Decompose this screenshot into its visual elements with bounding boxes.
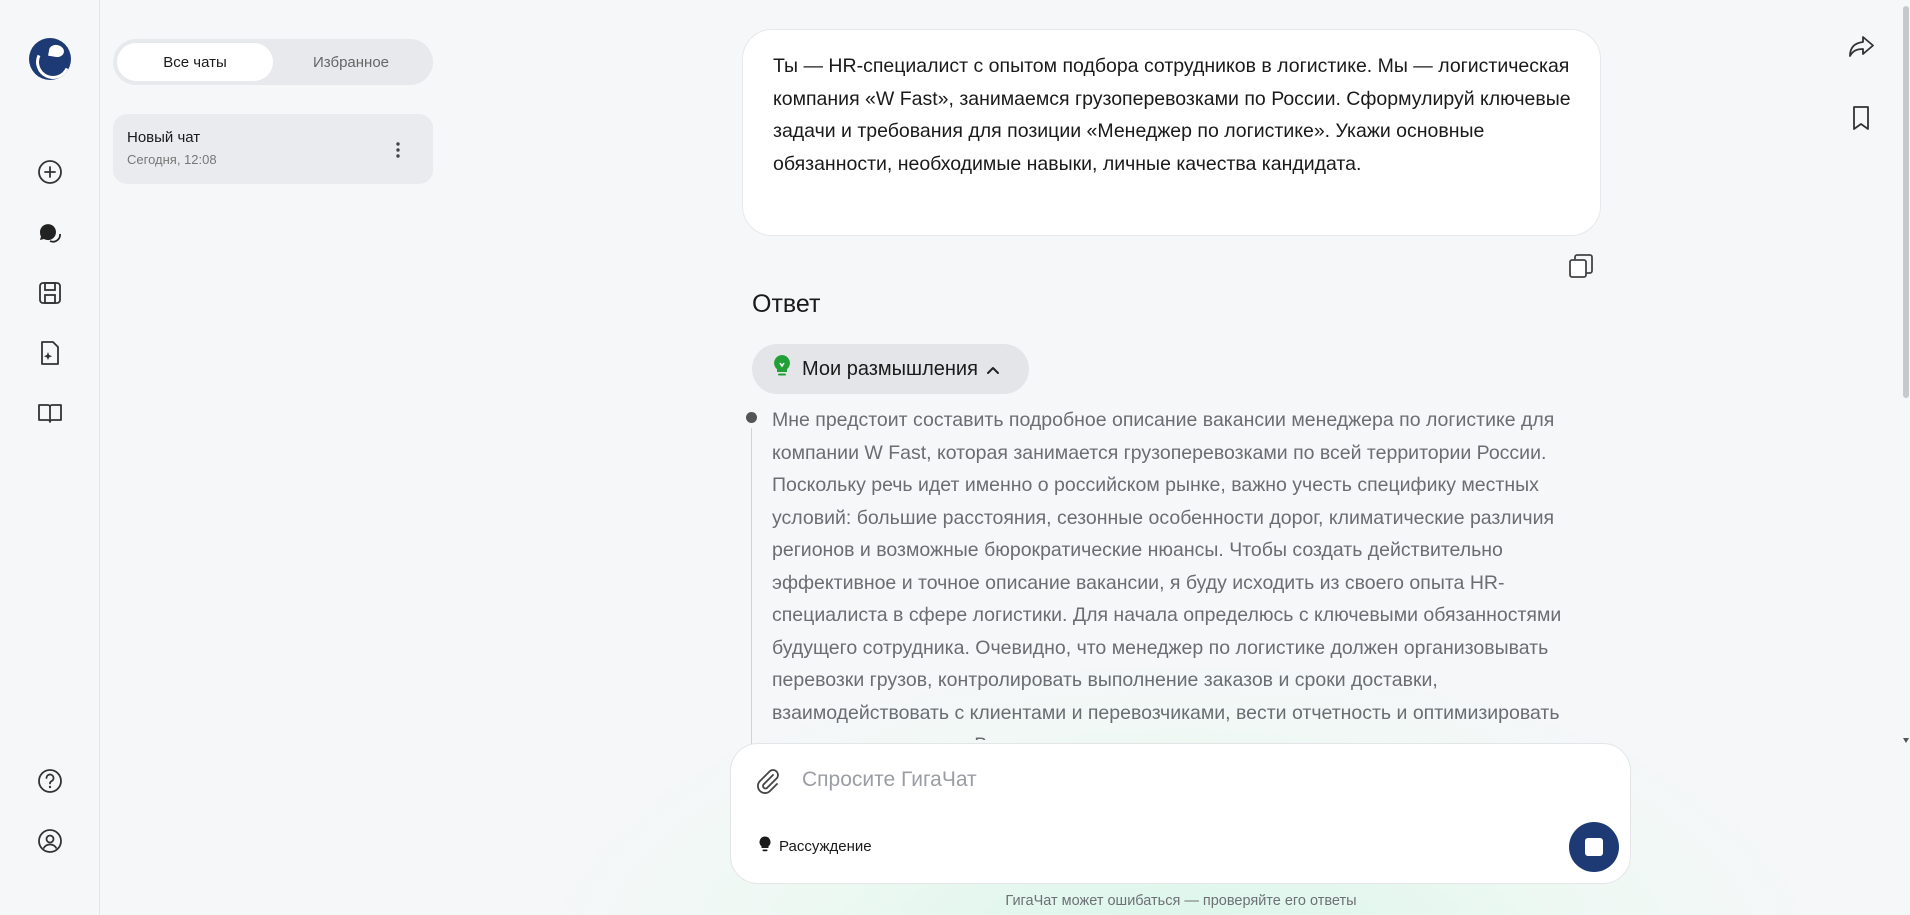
profile-icon[interactable] (30, 821, 70, 861)
thoughts-text: Мне предстоит составить подробное описан… (772, 409, 1562, 740)
chats-icon[interactable] (30, 213, 70, 253)
files-ai-icon[interactable] (30, 333, 70, 373)
thought-bullet (746, 412, 757, 423)
message-input[interactable] (802, 762, 1542, 798)
disclaimer: ГигаЧат может ошибаться — проверяйте его… (1005, 893, 1357, 909)
paperclip-icon[interactable] (753, 766, 783, 796)
chat-timestamp: Сегодня, 12:08 (127, 152, 217, 167)
thoughts-label: Мои размышления (802, 357, 978, 380)
stop-icon (1585, 838, 1603, 856)
saved-icon[interactable] (30, 273, 70, 313)
lightbulb-icon (759, 836, 771, 857)
lightbulb-icon (772, 354, 792, 384)
stop-generation-button[interactable] (1569, 822, 1619, 872)
thought-thread-line (751, 428, 752, 748)
bookmark-icon[interactable] (1846, 104, 1876, 134)
tab-all-chats[interactable]: Все чаты (117, 43, 273, 81)
left-rail (0, 0, 100, 915)
kebab-menu-icon[interactable] (391, 140, 405, 160)
new-chat-icon[interactable] (30, 152, 70, 192)
share-icon[interactable] (1846, 34, 1876, 64)
scroll-down-arrow-icon[interactable] (1903, 738, 1909, 743)
thoughts-toggle-button[interactable]: Мои размышления (752, 344, 1029, 394)
reasoning-toggle[interactable]: Рассуждение (759, 836, 872, 857)
book-icon[interactable] (30, 393, 70, 433)
scrollbar-thumb[interactable] (1903, 6, 1909, 398)
gigachat-logo-icon[interactable] (29, 38, 71, 80)
chat-title: Новый чат (127, 129, 201, 146)
message-composer: Рассуждение (730, 743, 1631, 884)
help-icon[interactable] (30, 761, 70, 801)
answer-heading: Ответ (752, 290, 821, 318)
chat-filter-tabs: Все чаты Избранное (113, 39, 433, 85)
user-message: Ты — HR-специалист с опытом подбора сотр… (742, 29, 1601, 236)
copy-icon[interactable] (1567, 252, 1595, 280)
chat-list-item[interactable]: Новый чат Сегодня, 12:08 (113, 114, 433, 184)
reasoning-label: Рассуждение (779, 838, 872, 855)
tab-favorites[interactable]: Избранное (273, 43, 429, 81)
chevron-up-icon (986, 358, 1000, 381)
